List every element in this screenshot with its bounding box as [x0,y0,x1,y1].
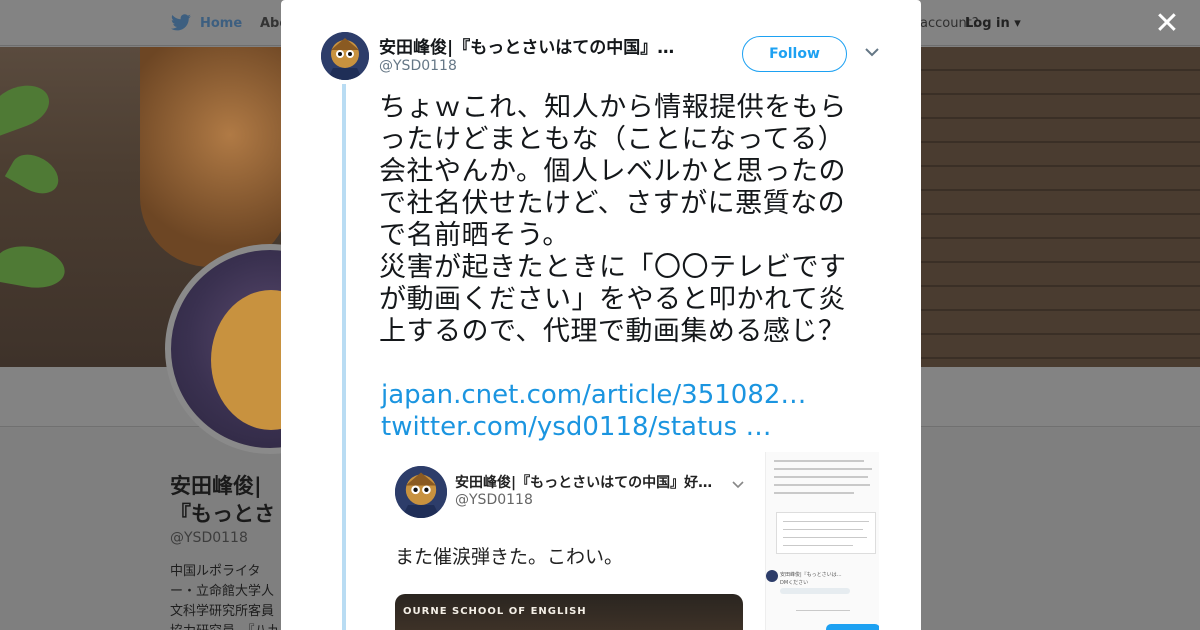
tweet-modal: 安田峰俊|『もっとさいはての中国』… @YSD0118 Follow ちょｗこれ… [281,0,921,630]
tweet-text-line: ったけどまともな（ことになってる） [379,124,846,155]
banner-bread [140,47,290,267]
embedded-tweet: 安田峰俊|『もっとさいはての中国』好… @YSD0118 また催涙弾きた。こわい… [379,452,761,630]
embedded-avatar [395,466,447,518]
mini-author-name: 安田峰俊|『もっとさいは… [780,572,842,578]
mini-text-line [783,529,863,530]
banner-leaf [0,77,56,137]
avatar-illustration [321,32,369,80]
author-name[interactable]: 安田峰俊|『もっとさいはての中国』… [379,33,699,58]
tweet-text-line: で社名伏せたけど、さすがに悪質なの [379,188,846,219]
nav-home-label: Home [200,15,243,31]
tweet-text-line: で名前晒そう。 [379,220,570,251]
tweet-text-line: 災害が起きたときに「〇〇テレビです [379,252,847,283]
embedded-tweet-text: また催涙弾きた。こわい。 [395,546,624,568]
mini-text-line [774,468,872,470]
banner-leaf [0,241,68,293]
mini-text-line [783,537,867,538]
login-label: Log in [965,16,1010,31]
embedded-video: OURNE SCHOOL OF ENGLISH [395,594,743,630]
mini-card [776,512,876,554]
mini-dm-text: DMください [780,580,809,586]
nav-home-link[interactable]: Home [170,14,242,32]
twitter-bird-icon [171,14,191,31]
author-handle[interactable]: @YSD0118 [379,58,457,74]
mini-text-line [796,610,850,611]
tweet-text-line: 会社やんか。個人レベルかと思ったの [379,156,846,187]
embedded-author-handle: @YSD0118 [455,492,533,508]
mini-text-line [774,460,864,462]
embedded-side-panel: 安田峰俊|『もっとさいは… DMください [765,452,879,630]
banner-leaf [4,146,66,202]
thread-line [342,84,346,630]
follow-button[interactable]: Follow [742,36,847,72]
mini-text-line [783,545,853,546]
tweet-link-twitter[interactable]: twitter.com/ysd0118/status … [381,412,771,442]
tweet-image[interactable]: 安田峰俊|『もっとさいはての中国』好… @YSD0118 また催涙弾きた。こわい… [379,452,879,630]
tweet-text-line: が動画ください」をやると叩かれて炎 [379,284,846,315]
mini-text-line [783,521,869,522]
mini-text-line [774,484,870,486]
mini-bubble [780,588,850,594]
video-caption: OURNE SCHOOL OF ENGLISH [403,606,587,617]
author-avatar[interactable] [321,32,369,80]
login-link[interactable]: Log in ▾ [965,16,1021,31]
tweet-text: ちょｗこれ、知人から情報提供をもら ったけどまともな（ことになってる） 会社やん… [379,92,879,348]
mini-button [826,624,879,630]
profile-handle: @YSD0118 [170,530,248,546]
mini-avatar [766,570,778,582]
tweet-text-line: 上するので、代理で動画集める感じ？ [379,316,846,347]
embedded-author-name: 安田峰俊|『もっとさいはての中国』好… [455,475,713,491]
profile-name: 安田峰俊|『もっとさいはての中国』好 [170,474,275,526]
tweet-link-cnet[interactable]: japan.cnet.com/article/351082… [381,380,806,410]
chevron-down-icon [732,481,744,489]
mini-text-line [774,476,868,478]
profile-bio: 中国ルポライター・立命館大学人文科学研究所客員協力研究員。『八九六四 「天安門事… [170,564,281,630]
avatar-illustration [395,466,447,518]
banner-wood [920,47,1200,367]
close-icon[interactable]: ✕ [1154,9,1180,39]
mini-text-line [774,492,854,494]
tweet-text-line: ちょｗこれ、知人から情報提供をもら [379,92,847,123]
chevron-down-icon[interactable] [864,46,880,58]
